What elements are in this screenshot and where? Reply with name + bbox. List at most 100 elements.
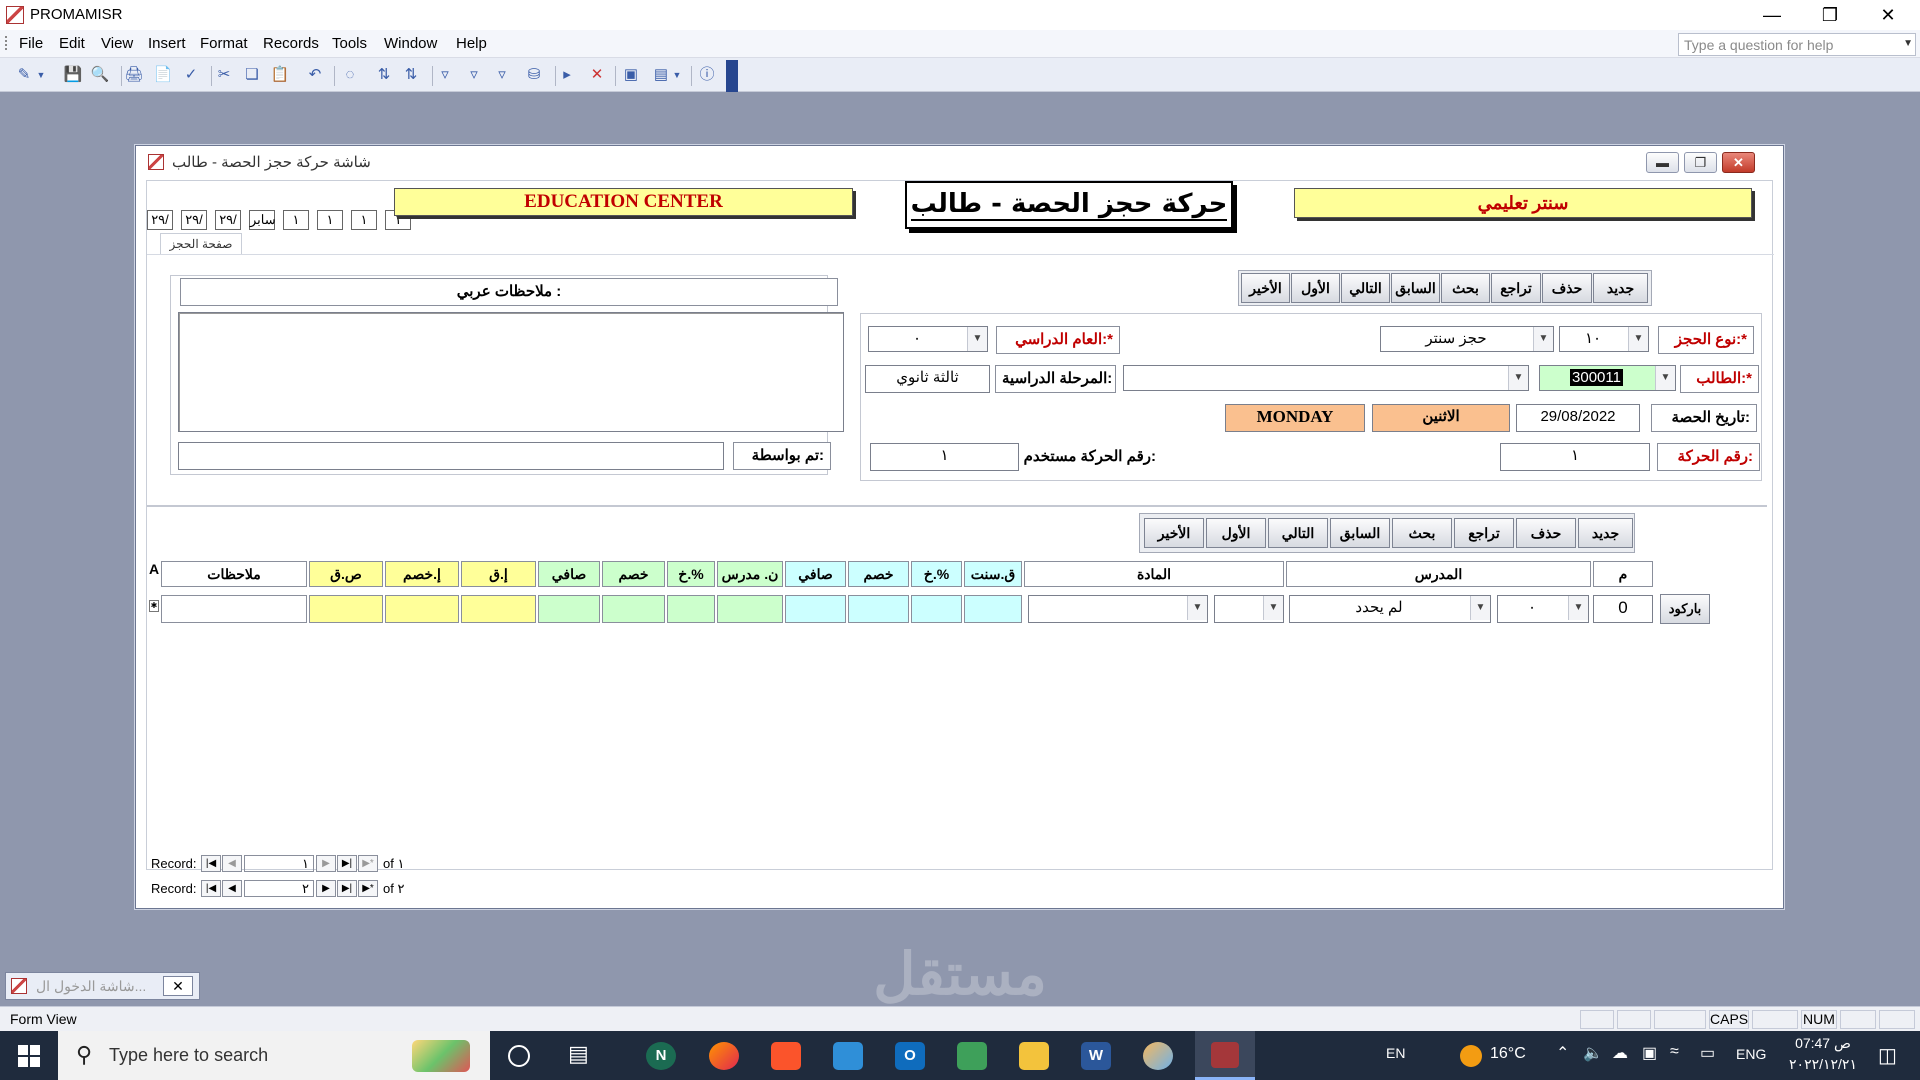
academic-year-combo[interactable]: ٠ ▼ (868, 326, 988, 352)
input-language[interactable]: ENG (1736, 1046, 1766, 1062)
barcode-button[interactable]: باركود (1660, 594, 1710, 624)
app-n-icon[interactable]: N (646, 1042, 676, 1070)
menu-view[interactable]: View (101, 35, 133, 52)
discount-pct-cell[interactable] (911, 595, 962, 623)
sub-delete-button[interactable]: حذف (1516, 518, 1576, 548)
chevron-down-icon[interactable]: ▼ (36, 66, 46, 84)
file-explorer-icon[interactable] (1019, 1042, 1049, 1070)
net-cell[interactable] (785, 595, 846, 623)
mail-icon[interactable] (833, 1042, 863, 1070)
filter-toggle-icon[interactable]: ▿ (492, 66, 512, 84)
chevron-down-icon[interactable]: ▼ (672, 66, 682, 84)
form-restore-icon[interactable]: ❐ (1684, 152, 1717, 173)
word-icon[interactable]: W (1081, 1042, 1111, 1070)
menu-records[interactable]: Records (263, 35, 319, 52)
first-record-icon[interactable]: |◀ (201, 855, 221, 872)
close-icon[interactable]: ✕ (163, 976, 193, 996)
help-icon[interactable]: ⓘ (697, 66, 717, 84)
clock-date[interactable]: ٢٠٢٢/١٢/٢١ (1778, 1056, 1868, 1073)
chevron-down-icon[interactable]: ▼ (1568, 596, 1588, 620)
onedrive-icon[interactable]: ☁ (1612, 1043, 1628, 1063)
hyperlink-icon[interactable]: ◌ (340, 66, 360, 84)
new-record-icon[interactable]: ▸ (557, 66, 577, 84)
booking-type-combo[interactable]: حجز سنتر ▼ (1380, 326, 1554, 352)
previous-button[interactable]: السابق (1391, 273, 1440, 303)
delete-record-icon[interactable]: ✕ (587, 66, 607, 84)
windows-start-icon[interactable] (18, 1045, 40, 1067)
print-preview-icon[interactable]: 📄 (153, 66, 173, 84)
battery-icon[interactable]: ▭ (1700, 1043, 1715, 1063)
subject-code-combo[interactable]: ▼ (1214, 595, 1284, 623)
sort-descending-icon[interactable]: ⇅ (401, 66, 421, 84)
meet-icon[interactable]: ▣ (1642, 1043, 1657, 1063)
paste-icon[interactable]: 📋 (270, 66, 290, 84)
next-record-icon[interactable]: ▶ (316, 855, 336, 872)
last-record-icon[interactable]: ▶| (337, 855, 357, 872)
chevron-down-icon[interactable]: ▼ (967, 327, 987, 351)
chevron-down-icon[interactable]: ▼ (1628, 327, 1648, 351)
sub-new-button[interactable]: جديد (1578, 518, 1633, 548)
cortana-icon[interactable] (508, 1045, 530, 1067)
minimize-icon[interactable]: — (1743, 0, 1801, 30)
chevron-up-icon[interactable]: ⌃ (1556, 1043, 1569, 1063)
database-window-icon[interactable]: ▣ (621, 66, 641, 84)
tab-booking-page[interactable]: صفحة الحجز (160, 233, 242, 255)
new-record-icon[interactable]: ▶* (358, 880, 378, 897)
access-app-active[interactable] (1195, 1031, 1255, 1080)
sub-search-button[interactable]: بحث (1392, 518, 1452, 548)
sort-ascending-icon[interactable]: ⇅ (374, 66, 394, 84)
view-icon[interactable]: ✎ (14, 66, 34, 84)
search-button[interactable]: بحث (1441, 273, 1490, 303)
chevron-down-icon[interactable]: ▼ (1533, 327, 1553, 351)
search-files-icon[interactable]: 🔍 (90, 66, 110, 84)
toolbar-options-handle[interactable] (726, 60, 738, 92)
total-discount-cell[interactable] (385, 595, 459, 623)
notes-cell[interactable] (161, 595, 307, 623)
search-highlight-icon[interactable] (412, 1040, 470, 1072)
teacher-discount-cell[interactable] (602, 595, 665, 623)
maximize-icon[interactable]: ❐ (1801, 0, 1859, 30)
user-move-number-field[interactable]: ١ (870, 443, 1019, 471)
menu-file[interactable]: File (19, 35, 43, 52)
new-object-icon[interactable]: ▤ (651, 66, 671, 84)
notifications-icon[interactable]: ◫ (1878, 1043, 1897, 1068)
menu-insert[interactable]: Insert (148, 35, 186, 52)
net-total-cell[interactable] (309, 595, 383, 623)
close-icon[interactable]: ✕ (1859, 0, 1917, 30)
menu-edit[interactable]: Edit (59, 35, 85, 52)
save-icon[interactable]: 💾 (63, 66, 83, 84)
cut-icon[interactable]: ✂ (214, 66, 234, 84)
prev-record-icon[interactable]: ◀ (222, 855, 242, 872)
spelling-icon[interactable]: ✓ (181, 66, 201, 84)
find-icon[interactable]: ⛁ (524, 66, 544, 84)
new-record-icon[interactable]: ▶* (358, 855, 378, 872)
teacher-combo[interactable]: لم يحدد ▼ (1289, 595, 1491, 623)
last-record-icon[interactable]: ▶| (337, 880, 357, 897)
paint-icon[interactable] (1143, 1042, 1173, 1070)
chevron-down-icon[interactable]: ▼ (1655, 366, 1675, 390)
chevron-down-icon[interactable]: ▼ (1263, 596, 1283, 620)
center-price-cell[interactable] (964, 595, 1022, 623)
next-button[interactable]: التالي (1341, 273, 1390, 303)
clock-time[interactable]: 07:47 ص (1778, 1035, 1868, 1052)
help-search-input[interactable]: Type a question for help ▼ (1678, 33, 1916, 56)
done-by-input[interactable] (178, 442, 724, 470)
new-button[interactable]: جديد (1593, 273, 1648, 303)
session-date-field[interactable]: 29/08/2022 (1516, 404, 1640, 432)
undo-icon[interactable]: ↶ (305, 66, 325, 84)
student-code-combo[interactable]: 300011 ▼ (1539, 365, 1676, 391)
form-close-icon[interactable]: ✕ (1722, 152, 1755, 173)
print-icon[interactable]: 🖨 (124, 66, 144, 84)
minimized-login-window[interactable]: شاشة الدخول ال... ✕ (5, 972, 200, 1000)
app-green-icon[interactable] (957, 1042, 987, 1070)
menu-help[interactable]: Help (456, 35, 487, 52)
teacher-code-combo[interactable]: ٠ ▼ (1497, 595, 1589, 623)
delete-button[interactable]: حذف (1542, 273, 1592, 303)
teacher-net-cell[interactable] (538, 595, 600, 623)
undo-button[interactable]: تراجع (1491, 273, 1541, 303)
menu-window[interactable]: Window (384, 35, 437, 52)
record-number-input[interactable]: ٢ (244, 880, 314, 897)
language-indicator[interactable]: EN (1386, 1045, 1405, 1061)
subject-combo[interactable]: ▼ (1028, 595, 1208, 623)
chevron-down-icon[interactable]: ▼ (1508, 366, 1528, 390)
